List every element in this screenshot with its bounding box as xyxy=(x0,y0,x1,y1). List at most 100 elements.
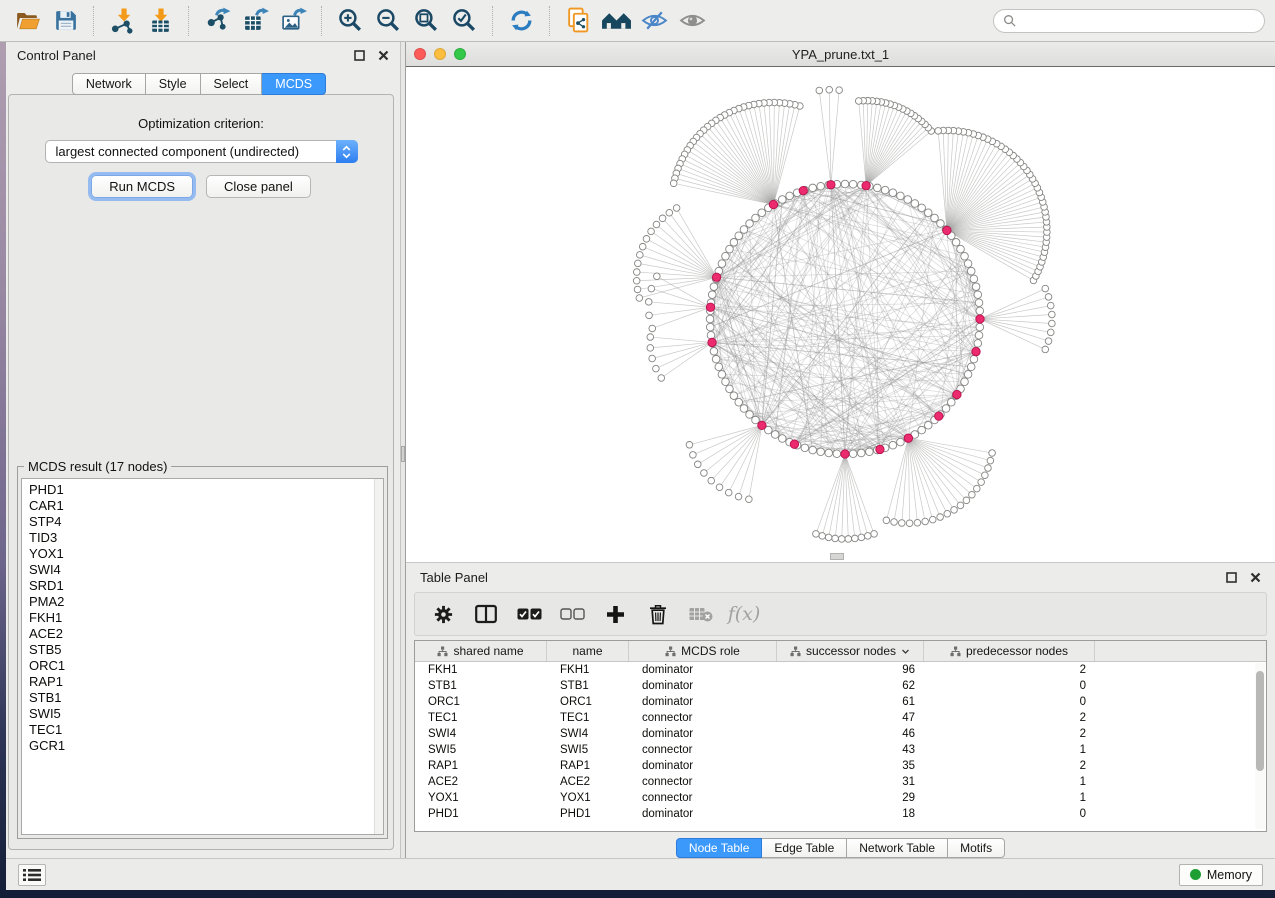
table-row[interactable]: ACE2ACE2connector311 xyxy=(415,774,1266,790)
export-network-button[interactable] xyxy=(200,4,234,38)
network-node[interactable] xyxy=(633,277,640,284)
network-node[interactable] xyxy=(752,214,760,222)
network-node[interactable] xyxy=(825,449,833,457)
network-node[interactable] xyxy=(670,180,677,187)
column-header-mcds_role[interactable]: MCDS role xyxy=(629,641,777,661)
network-node[interactable] xyxy=(1045,338,1052,345)
mcds-network-node[interactable] xyxy=(769,200,777,208)
network-node[interactable] xyxy=(710,283,718,291)
function-builder-button[interactable]: f(x) xyxy=(731,603,757,625)
network-node[interactable] xyxy=(726,245,734,253)
vertical-splitter-handle[interactable] xyxy=(401,446,405,462)
network-node[interactable] xyxy=(845,536,852,543)
network-node[interactable] xyxy=(817,182,825,190)
network-node[interactable] xyxy=(976,307,984,315)
network-node[interactable] xyxy=(906,520,913,527)
network-node[interactable] xyxy=(836,87,843,94)
network-node[interactable] xyxy=(635,260,642,267)
network-node[interactable] xyxy=(833,450,841,458)
import-network-button[interactable] xyxy=(105,4,139,38)
mcds-network-node[interactable] xyxy=(712,273,720,281)
network-node[interactable] xyxy=(636,295,643,302)
network-node[interactable] xyxy=(874,184,882,192)
network-node[interactable] xyxy=(855,98,862,105)
network-node[interactable] xyxy=(647,345,654,352)
network-node[interactable] xyxy=(975,331,983,339)
network-node[interactable] xyxy=(974,485,981,492)
network-node[interactable] xyxy=(778,196,786,204)
network-node[interactable] xyxy=(645,299,652,306)
network-node[interactable] xyxy=(735,232,743,240)
network-node[interactable] xyxy=(649,325,656,332)
network-node[interactable] xyxy=(947,398,955,406)
network-node[interactable] xyxy=(706,315,714,323)
network-node[interactable] xyxy=(826,86,833,93)
network-node[interactable] xyxy=(904,196,912,204)
network-node[interactable] xyxy=(897,438,905,446)
network-node[interactable] xyxy=(701,470,708,477)
network-node[interactable] xyxy=(897,192,905,200)
mcds-result-item[interactable]: ORC1 xyxy=(29,658,383,674)
mcds-network-node[interactable] xyxy=(904,434,912,442)
network-node[interactable] xyxy=(730,392,738,400)
network-node[interactable] xyxy=(967,267,975,275)
network-node[interactable] xyxy=(1042,346,1049,353)
mcds-result-item[interactable]: CAR1 xyxy=(29,498,383,514)
network-node[interactable] xyxy=(967,363,975,371)
window-minimize-button[interactable] xyxy=(434,48,446,60)
network-node[interactable] xyxy=(648,228,655,235)
mcds-network-node[interactable] xyxy=(976,315,984,323)
run-mcds-button[interactable]: Run MCDS xyxy=(91,175,193,198)
table-scrollbar[interactable] xyxy=(1255,663,1265,829)
home-button[interactable] xyxy=(599,4,633,38)
mcds-result-item[interactable]: STB5 xyxy=(29,642,383,658)
network-node[interactable] xyxy=(634,286,641,293)
network-node[interactable] xyxy=(726,385,734,393)
network-node[interactable] xyxy=(816,87,823,94)
network-node[interactable] xyxy=(819,533,826,540)
network-node[interactable] xyxy=(970,275,978,283)
table-row[interactable]: STB1STB1dominator620 xyxy=(415,678,1266,694)
mcds-result-item[interactable]: PMA2 xyxy=(29,594,383,610)
network-node[interactable] xyxy=(809,184,817,192)
horizontal-splitter-handle[interactable] xyxy=(830,553,844,560)
delete-column-button[interactable] xyxy=(645,604,671,625)
table-row[interactable]: PHD1PHD1dominator180 xyxy=(415,806,1266,822)
network-node[interactable] xyxy=(718,260,726,268)
network-node[interactable] xyxy=(970,355,978,363)
network-node[interactable] xyxy=(889,441,897,449)
mcds-network-node[interactable] xyxy=(862,181,870,189)
network-node[interactable] xyxy=(658,375,665,382)
network-node[interactable] xyxy=(706,323,714,331)
refresh-view-button[interactable] xyxy=(504,4,538,38)
open-file-button[interactable] xyxy=(10,4,44,38)
mcds-network-node[interactable] xyxy=(758,421,766,429)
mcds-result-item[interactable]: STP4 xyxy=(29,514,383,530)
network-node[interactable] xyxy=(740,405,748,413)
network-node[interactable] xyxy=(924,209,932,217)
memory-button[interactable]: Memory xyxy=(1179,864,1263,886)
table-row[interactable]: ORC1ORC1dominator610 xyxy=(415,694,1266,710)
mcds-result-item[interactable]: FKH1 xyxy=(29,610,383,626)
network-node[interactable] xyxy=(891,519,898,526)
network-node[interactable] xyxy=(813,531,820,538)
mcds-result-item[interactable]: PHD1 xyxy=(29,482,383,498)
network-node[interactable] xyxy=(639,243,646,250)
network-node[interactable] xyxy=(809,446,817,454)
network-node[interactable] xyxy=(944,510,951,517)
tab-mcds[interactable]: MCDS xyxy=(262,73,326,95)
network-node[interactable] xyxy=(637,252,644,259)
network-node[interactable] xyxy=(746,411,754,419)
table-settings-button[interactable] xyxy=(430,604,456,625)
column-header-shared_name[interactable]: shared name xyxy=(415,641,547,661)
deselect-all-rows-button[interactable] xyxy=(559,608,585,621)
hide-glasses-button[interactable] xyxy=(637,4,671,38)
network-node[interactable] xyxy=(987,457,994,464)
tab-network[interactable]: Network xyxy=(72,73,146,95)
mcds-result-item[interactable]: SRD1 xyxy=(29,578,383,594)
network-node[interactable] xyxy=(715,363,723,371)
mcds-result-item[interactable]: TEC1 xyxy=(29,722,383,738)
network-node[interactable] xyxy=(735,493,742,500)
network-node[interactable] xyxy=(646,312,653,319)
network-node[interactable] xyxy=(883,517,890,524)
